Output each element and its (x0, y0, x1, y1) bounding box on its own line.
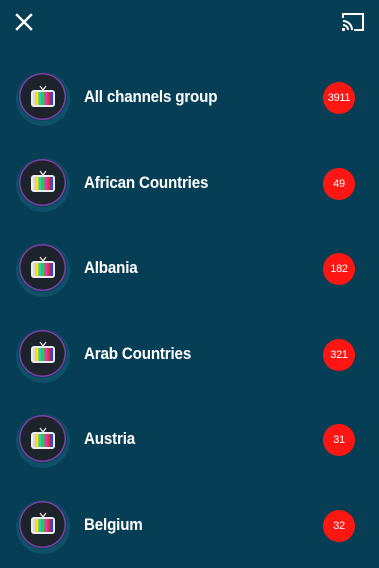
cast-button[interactable] (336, 7, 370, 37)
tv-icon (30, 341, 55, 364)
count-badge: 31 (323, 424, 355, 457)
tv-icon (30, 170, 55, 193)
close-button[interactable] (10, 8, 38, 36)
list-item[interactable]: Belgium 32 (0, 482, 379, 568)
group-label: Austria (84, 430, 136, 449)
tv-icon (30, 513, 55, 535)
tv-icon (30, 256, 55, 278)
avatar (16, 328, 70, 383)
list-item[interactable]: Arab Countries 321 (0, 311, 379, 397)
tv-icon (30, 85, 55, 107)
count-badge: 182 (323, 253, 355, 286)
channel-group-list: All channels group 3911 African Countrie… (0, 54, 379, 568)
avatar (16, 243, 70, 298)
count-badge: 32 (323, 509, 355, 542)
cast-icon (341, 13, 364, 32)
group-label: Albania (84, 259, 138, 278)
tv-icon (30, 427, 55, 449)
count-badge: 321 (323, 338, 355, 371)
group-label: All channels group (84, 88, 218, 106)
avatar (16, 414, 70, 469)
count-badge: 3911 (323, 82, 355, 114)
avatar (16, 499, 70, 554)
group-label: Belgium (84, 515, 143, 534)
group-label: African Countries (84, 173, 209, 192)
avatar (16, 157, 70, 212)
list-item[interactable]: Albania 182 (0, 225, 379, 311)
avatar (16, 72, 70, 126)
list-item[interactable]: Austria 31 (0, 396, 379, 482)
top-bar (0, 0, 379, 46)
count-badge: 49 (323, 167, 355, 200)
close-icon (15, 13, 33, 31)
list-item[interactable]: All channels group 3911 (0, 54, 379, 140)
group-label: Arab Countries (84, 344, 192, 363)
list-item[interactable]: African Countries 49 (0, 140, 379, 226)
